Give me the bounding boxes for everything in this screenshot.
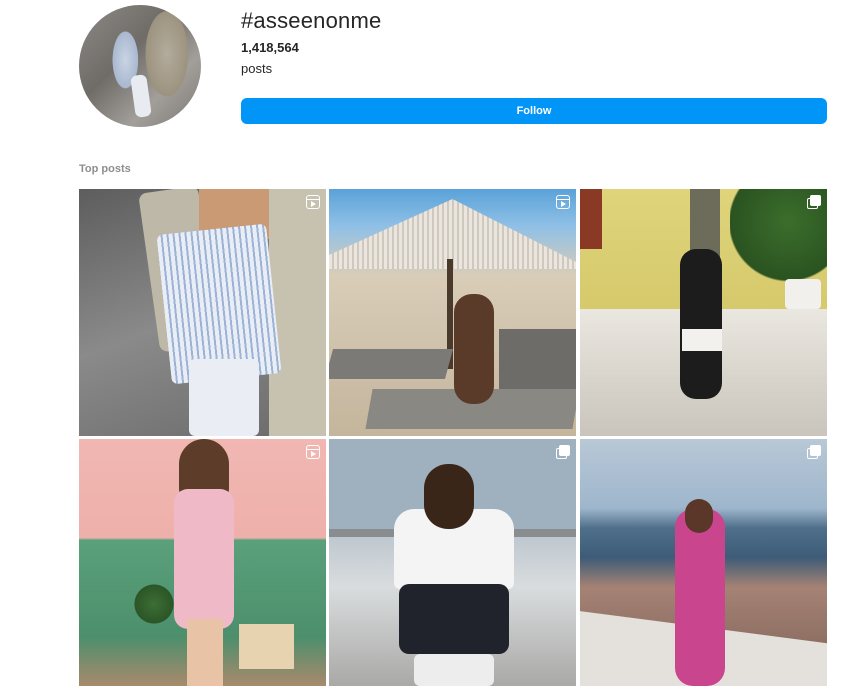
post-count-label: posts: [241, 61, 273, 76]
hashtag-title: #asseenonme: [241, 8, 382, 33]
post-count: 1,418,564: [241, 40, 299, 55]
reel-icon: [306, 195, 320, 209]
top-posts-grid: [79, 189, 827, 686]
post-tile-1[interactable]: [79, 189, 326, 436]
post-tile-5[interactable]: [329, 439, 576, 686]
post-tile-6[interactable]: [580, 439, 827, 686]
carousel-icon: [807, 445, 821, 459]
post-tile-3[interactable]: [580, 189, 827, 436]
post-tile-2[interactable]: [329, 189, 576, 436]
carousel-icon: [556, 445, 570, 459]
reel-icon: [306, 445, 320, 459]
post-tile-4[interactable]: [79, 439, 326, 686]
follow-button[interactable]: Follow: [241, 98, 827, 124]
carousel-icon: [807, 195, 821, 209]
top-posts-heading: Top posts: [79, 163, 131, 175]
hashtag-avatar: [79, 5, 201, 127]
reel-icon: [556, 195, 570, 209]
